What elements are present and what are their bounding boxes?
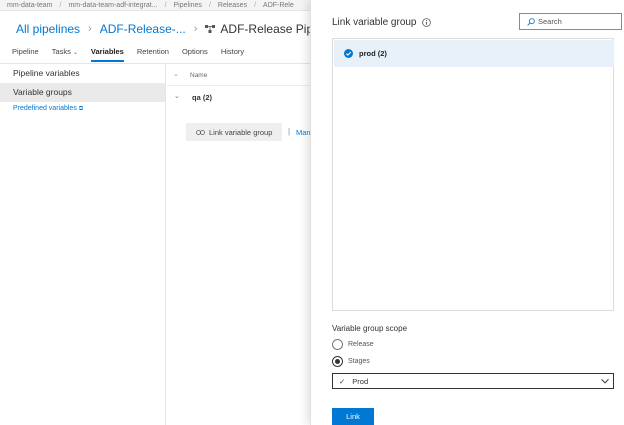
pipeline-tabs: Pipeline Tasks ⌄ Variables Retention Opti… — [12, 46, 257, 62]
link-icon — [196, 129, 205, 135]
link-button[interactable]: Link — [332, 408, 374, 425]
breadcrumb-pipeline[interactable]: ADF-Rele — [263, 2, 294, 9]
chevron-down-icon[interactable]: ⌄ — [173, 70, 179, 78]
manage-variable-groups-link[interactable]: Man — [296, 128, 311, 137]
breadcrumb-pipelines[interactable]: Pipelines — [174, 2, 202, 9]
variable-group-list: prod (2) — [332, 38, 614, 311]
external-link-icon: ⧉ — [78, 106, 84, 112]
search-box[interactable] — [519, 13, 622, 30]
page-title-row: All pipelines › ADF-Release-... › ADF-Re… — [16, 21, 338, 37]
breadcrumb-separator: / — [254, 2, 257, 9]
search-input[interactable] — [538, 17, 616, 26]
chevron-right-icon: › — [88, 23, 92, 35]
chevron-down-icon: ⌄ — [72, 50, 78, 56]
search-icon — [527, 17, 535, 26]
variable-group-row[interactable]: ⌄ qa (2) — [167, 91, 310, 105]
tab-options[interactable]: Options — [182, 46, 208, 62]
tab-retention[interactable]: Retention — [137, 46, 169, 62]
list-item-label: prod (2) — [359, 49, 387, 58]
breadcrumb-project[interactable]: mm-data-team-adf-integrat... — [68, 2, 157, 9]
breadcrumb-org[interactable]: mm-data-team — [7, 2, 53, 9]
panel-title-text: Link variable group — [332, 17, 417, 28]
checkmark-circle-icon — [344, 49, 353, 58]
radio-stages[interactable] — [332, 355, 343, 367]
chevron-down-icon — [601, 378, 609, 384]
tab-tasks[interactable]: Tasks ⌄ — [52, 46, 78, 62]
column-header-name: Name — [190, 72, 208, 79]
predefined-variables-link[interactable]: Predefined variables ⧉ — [0, 105, 165, 113]
link-variable-group-button[interactable]: Link variable group — [186, 123, 282, 141]
breadcrumb-separator: / — [208, 2, 211, 9]
variables-left-nav: Pipeline variables Variable groups Prede… — [0, 64, 166, 425]
link-variable-group-panel: Link variable group prod (2) Variable gr… — [310, 0, 624, 425]
column-header: ⌄ Name — [167, 64, 310, 86]
tab-pipeline[interactable]: Pipeline — [12, 46, 39, 62]
nav-pipeline-variables[interactable]: Pipeline variables — [0, 64, 165, 83]
chevron-down-icon[interactable]: ⌄ — [174, 92, 180, 100]
variable-group-name: qa (2) — [192, 93, 213, 102]
scope-label: Variable group scope — [332, 324, 408, 333]
tab-variables[interactable]: Variables — [90, 46, 124, 62]
scope-option-stages[interactable]: Stages — [332, 355, 370, 367]
stages-select[interactable]: ✓ Prod — [332, 373, 614, 389]
list-item[interactable]: prod (2) — [334, 40, 614, 67]
radio-release[interactable] — [332, 338, 343, 350]
panel-title: Link variable group — [332, 17, 431, 28]
predefined-variables-label: Predefined variables — [13, 105, 77, 112]
variable-groups-content: ⌄ Name ⌄ qa (2) Link variable group | Ma… — [167, 64, 311, 425]
breadcrumb-separator: / — [164, 2, 167, 9]
info-icon[interactable] — [421, 18, 431, 27]
nav-variable-groups[interactable]: Variable groups — [0, 83, 165, 102]
release-link[interactable]: ADF-Release-... — [100, 22, 186, 36]
check-icon: ✓ — [339, 376, 346, 386]
scope-option-release[interactable]: Release — [332, 338, 374, 350]
chevron-right-icon: › — [193, 23, 198, 35]
breadcrumb-separator: / — [59, 2, 62, 9]
tab-tasks-label: Tasks — [51, 47, 71, 56]
separator: | — [288, 127, 291, 136]
all-pipelines-link[interactable]: All pipelines — [16, 22, 80, 36]
tab-history[interactable]: History — [221, 46, 244, 62]
breadcrumb-releases[interactable]: Releases — [218, 2, 247, 9]
radio-release-label: Release — [348, 340, 374, 348]
radio-stages-label: Stages — [348, 357, 370, 365]
link-variable-group-label: Link variable group — [209, 127, 273, 137]
stages-select-value: Prod — [352, 376, 369, 386]
pipeline-icon — [205, 25, 216, 33]
